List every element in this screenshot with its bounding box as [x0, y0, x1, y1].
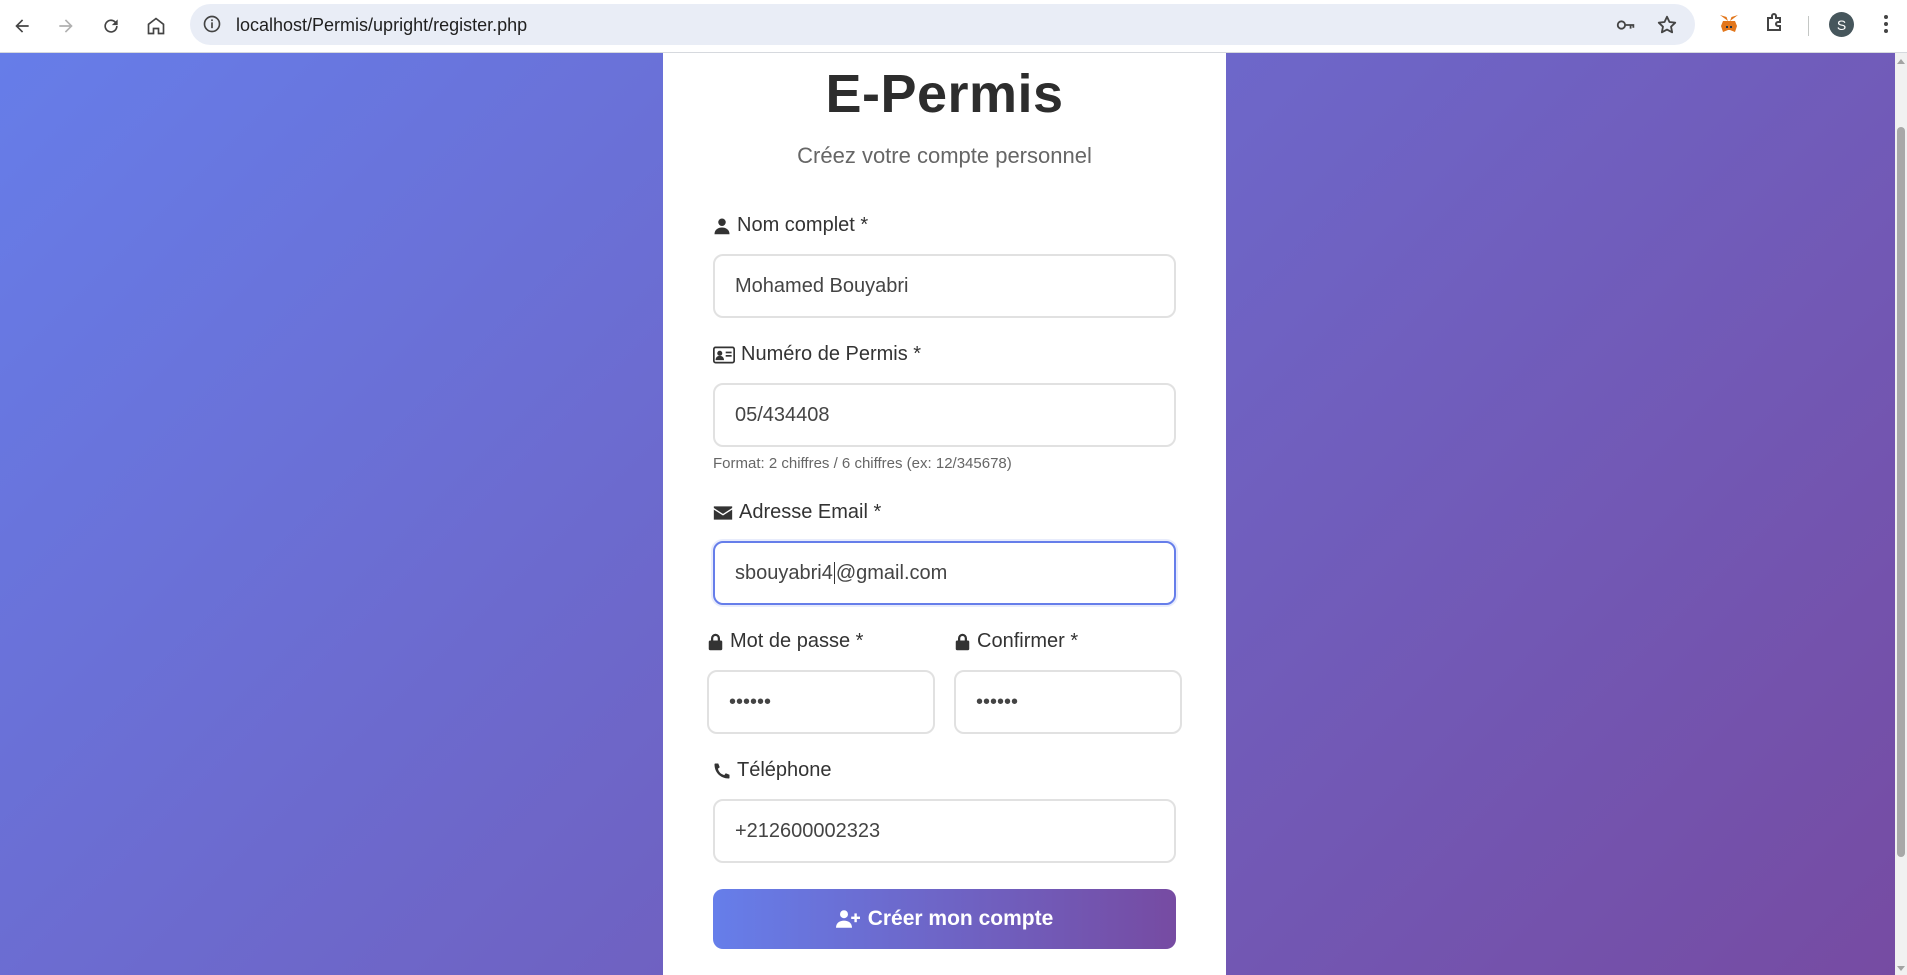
permis-input[interactable]: 05/434408: [713, 383, 1176, 447]
address-bar[interactable]: localhost/Permis/upright/register.php: [190, 4, 1695, 45]
user-icon: [714, 218, 730, 234]
create-account-button[interactable]: Créer mon compte: [713, 889, 1176, 949]
home-icon: [147, 17, 165, 35]
password-label: Mot de passe *: [707, 630, 863, 653]
arrow-right-icon: [59, 19, 73, 33]
star-icon[interactable]: [1656, 14, 1678, 36]
confirm-password-input[interactable]: ••••••: [954, 670, 1182, 734]
phone-icon: [714, 763, 730, 778]
lock-icon: [955, 633, 970, 650]
site-info-icon[interactable]: [202, 14, 222, 34]
page-scrollbar[interactable]: [1895, 53, 1907, 975]
extensions-puzzle-icon[interactable]: [1762, 12, 1786, 36]
email-label: Adresse Email *: [713, 501, 881, 524]
create-account-label: Créer mon compte: [867, 907, 1054, 930]
url-text: localhost/Permis/upright/register.php: [236, 15, 528, 35]
confirm-label: Confirmer *: [954, 630, 1078, 653]
email-input[interactable]: sbouyabri4 @gmail.com: [713, 541, 1176, 605]
password-input[interactable]: ••••••: [707, 670, 935, 734]
page-title: E-Permis: [825, 64, 1064, 124]
id-card-icon: [713, 346, 735, 363]
phone-label: Téléphone: [713, 759, 832, 782]
browser-toolbar: localhost/Permis/upright/register.php S: [0, 0, 1907, 53]
scroll-down-arrow[interactable]: [1897, 966, 1905, 971]
reload-button[interactable]: [95, 10, 127, 42]
permis-label-text: Numéro de Permis *: [741, 343, 922, 365]
kebab-menu-icon[interactable]: [1874, 12, 1898, 36]
phone-label-text: Téléphone: [737, 759, 832, 781]
toolbar-divider: [1808, 16, 1809, 36]
forward-button[interactable]: [50, 10, 82, 42]
email-label-text: Adresse Email *: [739, 501, 882, 523]
phone-input[interactable]: +212600002323: [713, 799, 1176, 863]
scroll-up-arrow[interactable]: [1897, 59, 1905, 64]
email-value-start: sbouyabri4: [735, 561, 833, 584]
key-icon[interactable]: [1615, 14, 1637, 36]
home-button[interactable]: [140, 10, 172, 42]
permis-format-hint: Format: 2 chiffres / 6 chiffres (ex: 12/…: [713, 455, 1012, 472]
name-label: Nom complet *: [713, 214, 868, 237]
reload-icon: [104, 19, 118, 33]
name-label-text: Nom complet *: [737, 214, 869, 236]
user-plus-icon: [835, 910, 860, 928]
permis-label: Numéro de Permis *: [713, 343, 921, 366]
register-card: E-Permis Créez votre compte personnel No…: [663, 53, 1226, 975]
page-subtitle: Créez votre compte personnel: [797, 143, 1092, 168]
metamask-fox-icon[interactable]: [1717, 12, 1741, 36]
name-input[interactable]: Mohamed Bouyabri: [713, 254, 1176, 318]
confirm-label-text: Confirmer *: [977, 630, 1079, 652]
text-caret: [833, 562, 835, 584]
arrow-left-icon: [15, 19, 29, 33]
envelope-icon: [713, 505, 733, 520]
back-button[interactable]: [6, 10, 38, 42]
password-label-text: Mot de passe *: [730, 630, 864, 652]
profile-avatar[interactable]: S: [1829, 12, 1854, 37]
scroll-thumb[interactable]: [1897, 127, 1905, 857]
email-value-end: @gmail.com: [835, 561, 948, 584]
lock-icon: [708, 633, 723, 650]
